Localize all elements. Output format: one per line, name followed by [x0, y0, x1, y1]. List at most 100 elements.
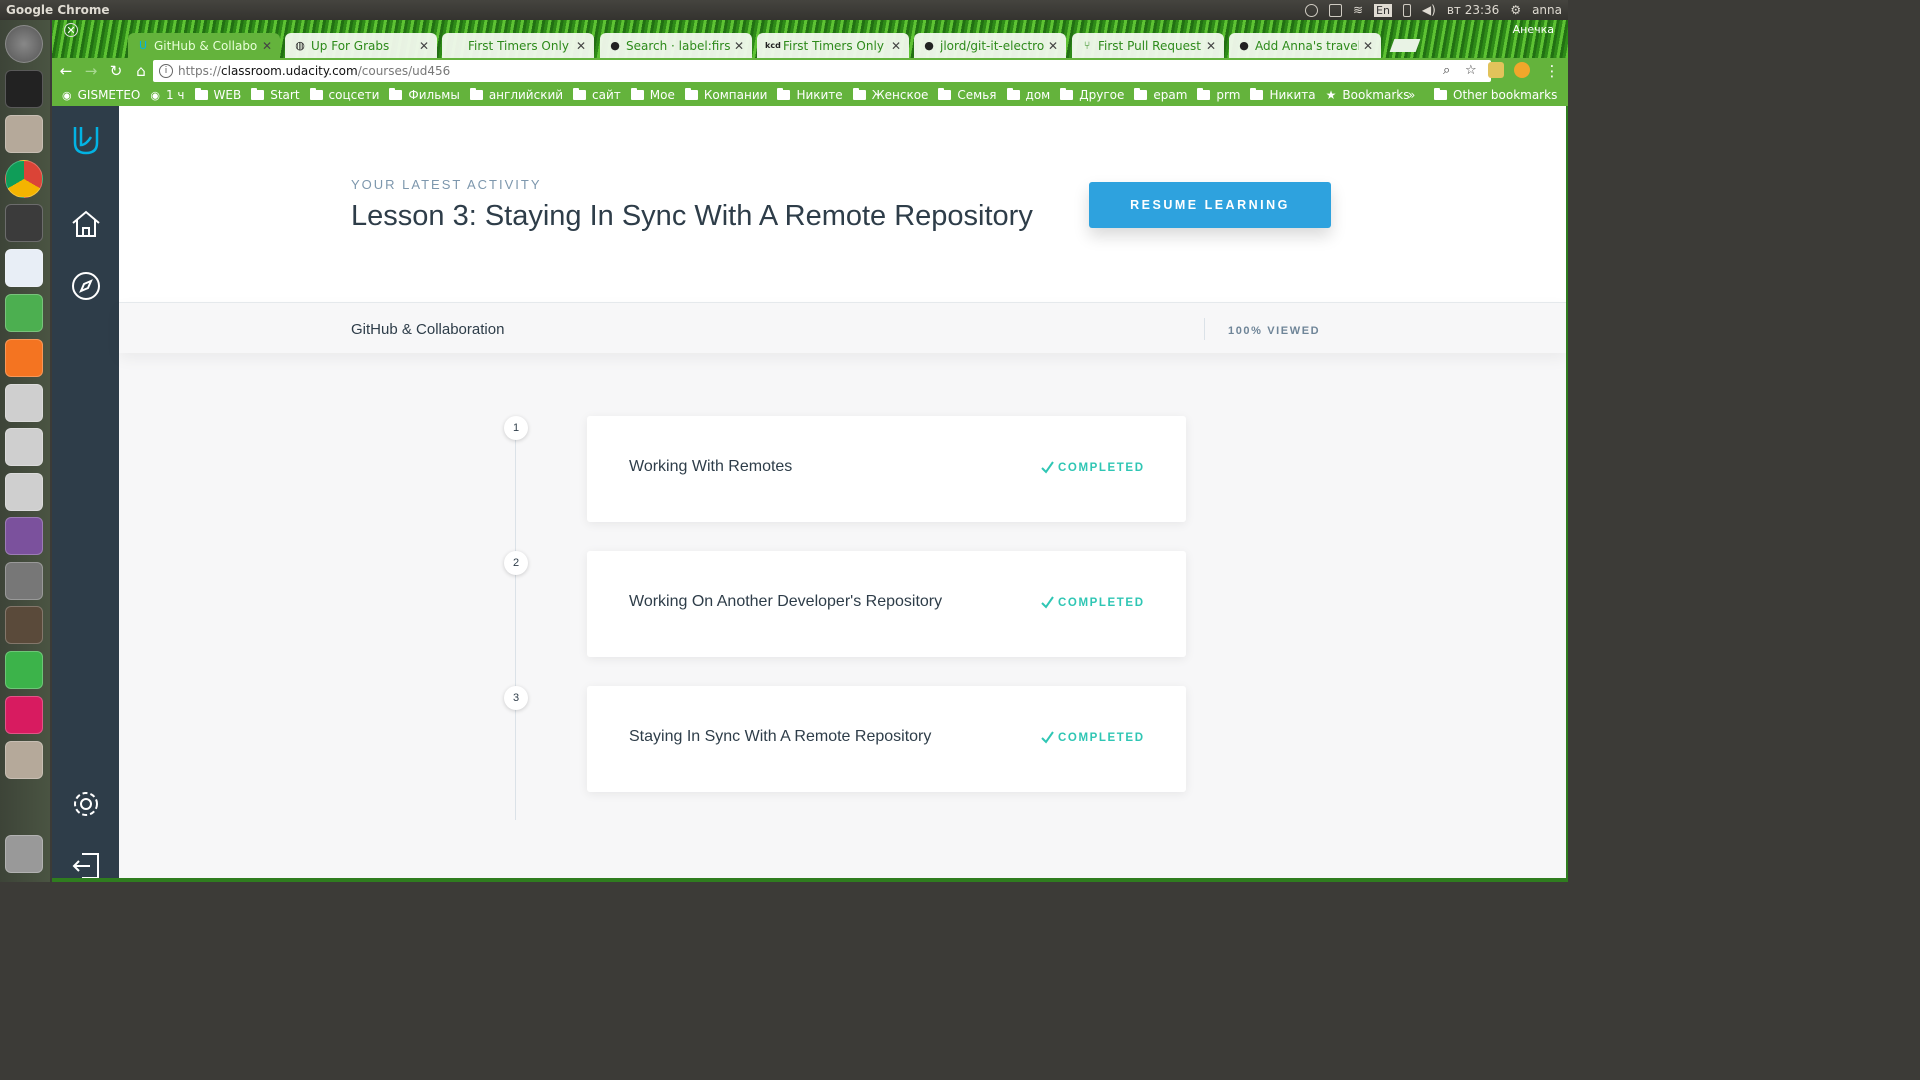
bookmark-item[interactable]: WEB [194, 88, 241, 102]
bookmark-item[interactable]: epam [1134, 88, 1187, 102]
trash-launcher-icon[interactable] [5, 835, 43, 873]
bulb-icon[interactable] [1304, 3, 1318, 17]
bookmark-item[interactable]: ◉ 1 ч [150, 88, 184, 102]
bookmark-item[interactable]: Start [251, 88, 300, 102]
gear-icon[interactable]: ⚙ [1510, 3, 1521, 17]
tab-add-annas-travel[interactable]: ● Add Anna's travel p ✕ [1229, 33, 1381, 58]
info-icon[interactable]: i [159, 64, 173, 78]
bookmarks-overflow-button[interactable]: » [1408, 88, 1415, 102]
bookmark-item[interactable]: prm [1197, 88, 1240, 102]
terminal-launcher-icon[interactable] [5, 70, 43, 108]
main-content: YOUR LATEST ACTIVITY Lesson 3: Staying I… [119, 106, 1566, 878]
new-tab-button[interactable] [1389, 39, 1421, 52]
home-icon[interactable]: ⌂ [130, 60, 152, 82]
globe-icon: ◍ [295, 38, 305, 52]
course-name: GitHub & Collaboration [351, 321, 505, 338]
bookmark-item[interactable]: Семья [938, 88, 997, 102]
recycle-launcher-icon[interactable] [5, 651, 43, 689]
home-icon[interactable] [68, 206, 104, 242]
drive-launcher-icon-3[interactable] [5, 473, 43, 511]
lesson-card[interactable]: Staying In Sync With A Remote Repository… [587, 686, 1186, 792]
bookmark-item[interactable]: сайт [573, 88, 621, 102]
bookmark-item[interactable]: ◉ GISMETEO [62, 88, 140, 102]
paw-extension-icon[interactable] [1514, 62, 1530, 78]
tab-close-icon[interactable]: ✕ [1206, 39, 1216, 53]
search-icon[interactable]: ⌕ [1443, 63, 1450, 78]
shield-icon[interactable] [1328, 3, 1342, 17]
volume-icon[interactable]: ◀) [1422, 3, 1436, 17]
viber-launcher-icon[interactable] [5, 517, 43, 555]
bookmark-item[interactable]: Компании [684, 88, 767, 102]
reload-icon[interactable]: ↻ [105, 60, 127, 82]
lesson-status: COMPLETED [1041, 596, 1145, 609]
forward-icon[interactable]: → [80, 60, 102, 82]
lesson-title: Working On Another Developer's Repositor… [629, 593, 943, 610]
tab-up-for-grabs[interactable]: ◍ Up For Grabs ✕ [285, 33, 437, 58]
battery-icon[interactable] [1402, 3, 1411, 17]
extension-icon[interactable] [1488, 62, 1504, 78]
bookmark-item[interactable]: Женское [852, 88, 928, 102]
keyboard-layout[interactable]: En [1374, 3, 1392, 17]
bookmark-item[interactable]: Мое [630, 88, 675, 102]
tab-search-label[interactable]: ● Search · label:first-t ✕ [600, 33, 752, 58]
tab-git-it-electron[interactable]: ● jlord/git-it-electron ✕ [914, 33, 1066, 58]
logout-icon[interactable] [68, 848, 104, 878]
profile-name[interactable]: Анечка [1513, 23, 1554, 36]
tab-close-icon[interactable]: ✕ [734, 39, 744, 53]
tab-close-icon[interactable]: ✕ [262, 39, 272, 53]
files-launcher-icon[interactable] [5, 115, 43, 153]
tab-close-icon[interactable]: ✕ [1048, 39, 1058, 53]
user-name[interactable]: anna [1532, 3, 1562, 17]
drive-launcher-icon[interactable] [5, 384, 43, 422]
bookmarks-bar: ◉ GISMETEO ◉ 1 ч WEB Start соцсети Фильмы англий… [52, 84, 1568, 106]
compass-icon[interactable] [68, 268, 104, 304]
bookmark-item[interactable]: соцсети [309, 88, 379, 102]
folder-icon [1060, 88, 1074, 100]
calculator-launcher-icon[interactable] [5, 562, 43, 600]
chrome-launcher-icon[interactable] [5, 160, 43, 198]
bookmark-item[interactable]: ★ Bookmarks [1326, 88, 1410, 102]
folder-icon [1197, 88, 1211, 100]
bookmark-item[interactable]: английский [469, 88, 563, 102]
bookmark-item[interactable]: Никите [777, 88, 843, 102]
gimp-launcher-icon[interactable] [5, 606, 43, 644]
menu-icon[interactable]: ⋮ [1541, 60, 1563, 82]
folder-icon [777, 88, 791, 100]
window-close-icon[interactable]: ✕ [64, 23, 78, 37]
tab-first-timers-only-kcd[interactable]: kcd First Timers Only – ✕ [757, 33, 909, 58]
audio-launcher-icon[interactable] [5, 696, 43, 734]
udacity-logo-icon[interactable] [68, 122, 104, 158]
bookmark-item[interactable]: Никита [1250, 88, 1316, 102]
files-launcher-icon-2[interactable] [5, 741, 43, 779]
tab-first-timers-only[interactable]: First Timers Only - ( ✕ [442, 33, 594, 58]
dash-launcher-icon[interactable] [5, 25, 43, 63]
tab-first-pull-request[interactable]: ⑂ First Pull Request - ✕ [1072, 33, 1224, 58]
software-center-launcher-icon[interactable] [5, 339, 43, 377]
tab-github-collaboration[interactable]: U GitHub & Collabora ✕ [128, 33, 280, 58]
clock[interactable]: вт 23:36 [1447, 3, 1499, 17]
bookmark-item[interactable]: Фильмы [389, 88, 460, 102]
wifi-icon[interactable]: ≋ [1353, 3, 1363, 17]
site-icon: ◉ [62, 88, 72, 102]
writer-launcher-icon[interactable] [5, 249, 43, 287]
bookmark-item[interactable]: дом [1006, 88, 1050, 102]
tab-close-icon[interactable]: ✕ [419, 39, 429, 53]
settings-gear-icon[interactable] [68, 786, 104, 822]
resume-learning-button[interactable]: RESUME LEARNING [1089, 182, 1331, 228]
back-icon[interactable]: ← [55, 60, 77, 82]
check-icon [1041, 596, 1054, 609]
lesson-card[interactable]: Working On Another Developer's Repositor… [587, 551, 1186, 657]
tab-close-icon[interactable]: ✕ [891, 39, 901, 53]
latest-lesson-title[interactable]: Lesson 3: Staying In Sync With A Remote … [351, 200, 1033, 233]
calc-launcher-icon[interactable] [5, 294, 43, 332]
tab-close-icon[interactable]: ✕ [576, 39, 586, 53]
sublime-launcher-icon[interactable] [5, 204, 43, 242]
check-icon [1041, 731, 1054, 744]
bookmark-item[interactable]: Другое [1060, 88, 1124, 102]
tab-close-icon[interactable]: ✕ [1363, 39, 1373, 53]
other-bookmarks-folder[interactable]: Other bookmarks [1434, 88, 1557, 102]
address-bar[interactable]: i https://classroom.udacity.com/courses/… [153, 60, 1491, 82]
drive-launcher-icon-2[interactable] [5, 428, 43, 466]
star-icon[interactable]: ☆ [1465, 63, 1477, 78]
lesson-card[interactable]: Working With Remotes COMPLETED [587, 416, 1186, 522]
